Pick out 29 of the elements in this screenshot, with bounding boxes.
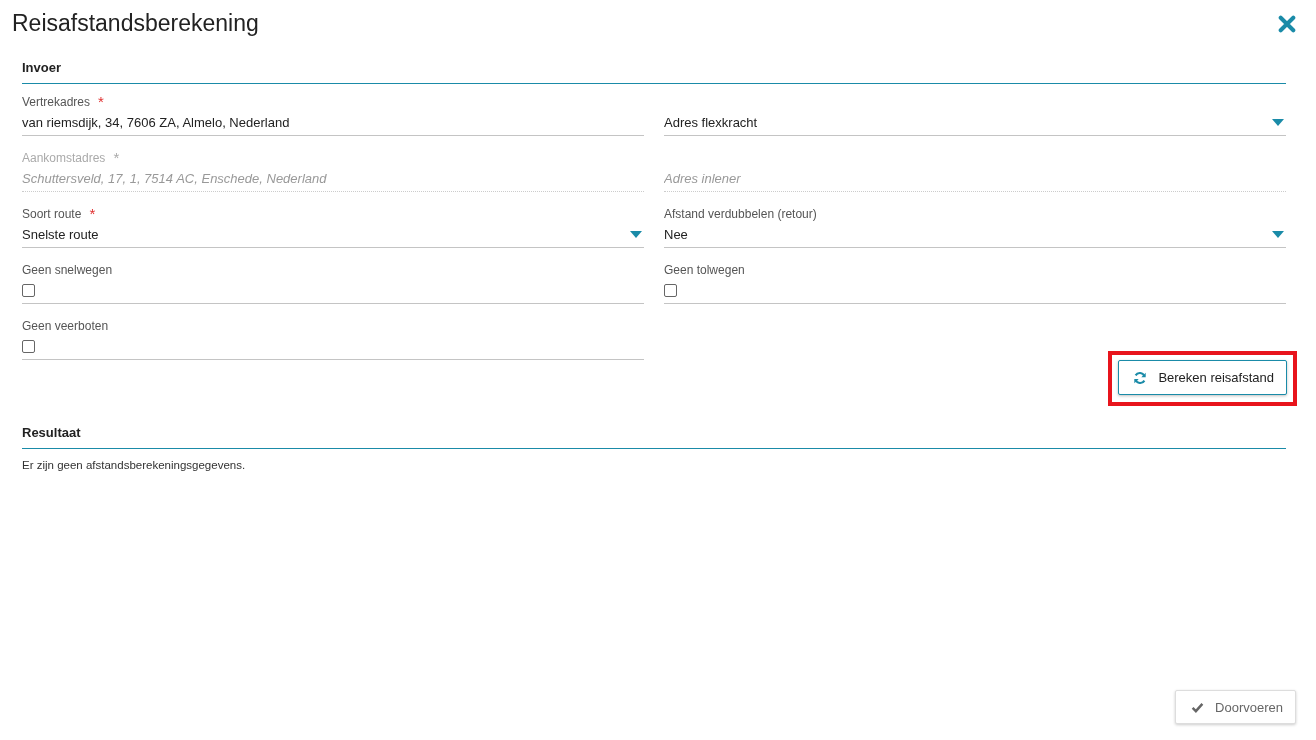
dropdown-field[interactable]: Nee [664, 225, 1286, 243]
field-label: Aankomstadres [22, 151, 106, 165]
caret-icon [1272, 118, 1284, 126]
field-label: Afstand verdubbelen (retour) [664, 207, 817, 221]
checkbox[interactable] [664, 284, 677, 297]
checkmark-icon [1190, 700, 1206, 714]
section-heading: Resultaat [22, 425, 1286, 449]
field-label: Soort route [22, 207, 82, 221]
caret-icon [630, 230, 642, 238]
text-field[interactable]: van riemsdijk, 34, 7606 ZA, Almelo, Nederland [22, 113, 644, 131]
submit-button[interactable]: Doorvoeren [1175, 690, 1296, 724]
checkbox[interactable] [22, 340, 35, 353]
window-title: Reisafstandsberekening [12, 9, 259, 37]
field-label: Geen snelwegen [22, 263, 113, 277]
field-label: Vertrekadres [22, 95, 91, 109]
refresh-icon [1133, 370, 1148, 385]
empty-result-message: Er zijn geen afstandsberekeningsgegevens. [22, 459, 247, 471]
calculate-button[interactable]: Bereken reisafstand [1118, 360, 1287, 395]
field-label: Geen veerboten [22, 319, 109, 333]
dropdown-field[interactable]: Adres flexkracht [664, 113, 1286, 131]
field-label: Geen tolwegen [664, 263, 745, 277]
required-mark: * [89, 207, 96, 221]
required-mark: * [98, 95, 104, 109]
close-icon[interactable] [1278, 15, 1296, 33]
section-heading: Invoer [22, 60, 1286, 84]
caret-icon [1272, 230, 1284, 238]
dropdown-field[interactable]: Snelste route [22, 225, 644, 243]
checkbox[interactable] [22, 284, 35, 297]
required-mark: * [113, 151, 120, 165]
